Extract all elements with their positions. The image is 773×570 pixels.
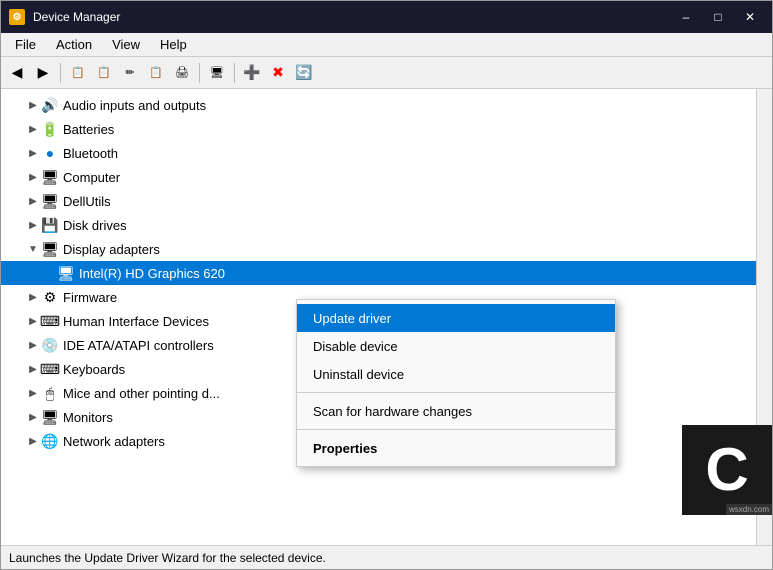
- display-label: Display adapters: [63, 242, 160, 257]
- context-menu: Update driver Disable device Uninstall d…: [296, 299, 616, 467]
- intel-label: Intel(R) HD Graphics 620: [79, 266, 225, 281]
- batteries-label: Batteries: [63, 122, 114, 137]
- context-menu-uninstall[interactable]: Uninstall device: [297, 360, 615, 388]
- toolbar-sep3: [234, 63, 235, 83]
- toolbar-refresh[interactable]: 🔄: [292, 61, 316, 85]
- expand-arrow-keyboards[interactable]: ▶: [25, 361, 41, 377]
- network-label: Network adapters: [63, 434, 165, 449]
- expand-arrow-network[interactable]: ▶: [25, 433, 41, 449]
- tree-item-bluetooth[interactable]: ▶ ● Bluetooth: [1, 141, 756, 165]
- tree-item-audio[interactable]: ▶ 🔊 Audio inputs and outputs: [1, 93, 756, 117]
- bluetooth-label: Bluetooth: [63, 146, 118, 161]
- keyboards-label: Keyboards: [63, 362, 125, 377]
- menu-bar: File Action View Help: [1, 33, 772, 57]
- expand-arrow-audio[interactable]: ▶: [25, 97, 41, 113]
- window-icon: ⚙: [9, 9, 25, 25]
- mice-icon: 🖱: [41, 384, 59, 402]
- toolbar-uninstall[interactable]: 📋: [144, 61, 168, 85]
- toolbar-back[interactable]: ◀: [5, 61, 29, 85]
- device-manager-window: ⚙ Device Manager – □ ✕ File Action View …: [0, 0, 773, 570]
- hid-icon: ⌨: [41, 312, 59, 330]
- context-menu-sep1: [297, 392, 615, 393]
- disk-icon: 💾: [41, 216, 59, 234]
- monitors-icon: 🖥: [41, 408, 59, 426]
- toolbar-sep2: [199, 63, 200, 83]
- mice-label: Mice and other pointing d...: [63, 386, 220, 401]
- toolbar-sep1: [60, 63, 61, 83]
- expand-arrow-display[interactable]: ▼: [25, 241, 41, 257]
- status-bar: Launches the Update Driver Wizard for th…: [1, 545, 772, 569]
- title-bar: ⚙ Device Manager – □ ✕: [1, 1, 772, 33]
- menu-help[interactable]: Help: [150, 33, 197, 56]
- watermark-letter: C: [705, 440, 748, 500]
- maximize-button[interactable]: □: [704, 7, 732, 27]
- toolbar-print[interactable]: 🖨: [170, 61, 194, 85]
- window-title: Device Manager: [33, 10, 672, 24]
- toolbar-forward[interactable]: ▶: [31, 61, 55, 85]
- expand-arrow-bluetooth[interactable]: ▶: [25, 145, 41, 161]
- intel-icon: 🖥: [57, 264, 75, 282]
- context-menu-update[interactable]: Update driver: [297, 304, 615, 332]
- disk-label: Disk drives: [63, 218, 127, 233]
- dellutils-label: DellUtils: [63, 194, 111, 209]
- tree-item-batteries[interactable]: ▶ 🔋 Batteries: [1, 117, 756, 141]
- firmware-label: Firmware: [63, 290, 117, 305]
- display-icon: 🖥: [41, 240, 59, 258]
- audio-label: Audio inputs and outputs: [63, 98, 206, 113]
- toolbar-update[interactable]: 📋: [92, 61, 116, 85]
- expand-arrow-firmware[interactable]: ▶: [25, 289, 41, 305]
- toolbar-computer[interactable]: 🖥: [205, 61, 229, 85]
- menu-view[interactable]: View: [102, 33, 150, 56]
- toolbar-add[interactable]: ➕: [240, 61, 264, 85]
- keyboards-icon: ⌨: [41, 360, 59, 378]
- watermark: C wsxdn.com: [682, 425, 772, 515]
- context-menu-sep2: [297, 429, 615, 430]
- expand-arrow-hid[interactable]: ▶: [25, 313, 41, 329]
- tree-item-intel[interactable]: 🖥 Intel(R) HD Graphics 620: [1, 261, 756, 285]
- tree-item-computer[interactable]: ▶ 🖥 Computer: [1, 165, 756, 189]
- expand-arrow-monitors[interactable]: ▶: [25, 409, 41, 425]
- dellutils-icon: 🖥: [41, 192, 59, 210]
- firmware-icon: ⚙: [41, 288, 59, 306]
- menu-action[interactable]: Action: [46, 33, 102, 56]
- window-controls: – □ ✕: [672, 7, 764, 27]
- batteries-icon: 🔋: [41, 120, 59, 138]
- toolbar-scan[interactable]: ✏: [118, 61, 142, 85]
- ide-label: IDE ATA/ATAPI controllers: [63, 338, 214, 353]
- computer-icon: 🖥: [41, 168, 59, 186]
- tree-item-display[interactable]: ▼ 🖥 Display adapters: [1, 237, 756, 261]
- expand-arrow-ide[interactable]: ▶: [25, 337, 41, 353]
- bluetooth-icon: ●: [41, 144, 59, 162]
- expand-arrow-disk[interactable]: ▶: [25, 217, 41, 233]
- status-text: Launches the Update Driver Wizard for th…: [9, 551, 326, 565]
- expand-arrow-dellutils[interactable]: ▶: [25, 193, 41, 209]
- network-icon: 🌐: [41, 432, 59, 450]
- minimize-button[interactable]: –: [672, 7, 700, 27]
- monitors-label: Monitors: [63, 410, 113, 425]
- ide-icon: 💿: [41, 336, 59, 354]
- menu-file[interactable]: File: [5, 33, 46, 56]
- tree-item-disk[interactable]: ▶ 💾 Disk drives: [1, 213, 756, 237]
- expand-arrow-batteries[interactable]: ▶: [25, 121, 41, 137]
- context-menu-disable[interactable]: Disable device: [297, 332, 615, 360]
- toolbar-properties[interactable]: 📋: [66, 61, 90, 85]
- tree-item-dellutils[interactable]: ▶ 🖥 DellUtils: [1, 189, 756, 213]
- toolbar-remove[interactable]: ✖: [266, 61, 290, 85]
- main-content: ▶ 🔊 Audio inputs and outputs ▶ 🔋 Batteri…: [1, 89, 772, 545]
- context-menu-scan[interactable]: Scan for hardware changes: [297, 397, 615, 425]
- hid-label: Human Interface Devices: [63, 314, 209, 329]
- context-menu-properties[interactable]: Properties: [297, 434, 615, 462]
- toolbar: ◀ ▶ 📋 📋 ✏ 📋 🖨 🖥 ➕ ✖ 🔄: [1, 57, 772, 89]
- close-button[interactable]: ✕: [736, 7, 764, 27]
- watermark-subtext: wsxdn.com: [726, 504, 772, 515]
- expand-arrow-computer[interactable]: ▶: [25, 169, 41, 185]
- computer-label: Computer: [63, 170, 120, 185]
- audio-icon: 🔊: [41, 96, 59, 114]
- expand-arrow-mice[interactable]: ▶: [25, 385, 41, 401]
